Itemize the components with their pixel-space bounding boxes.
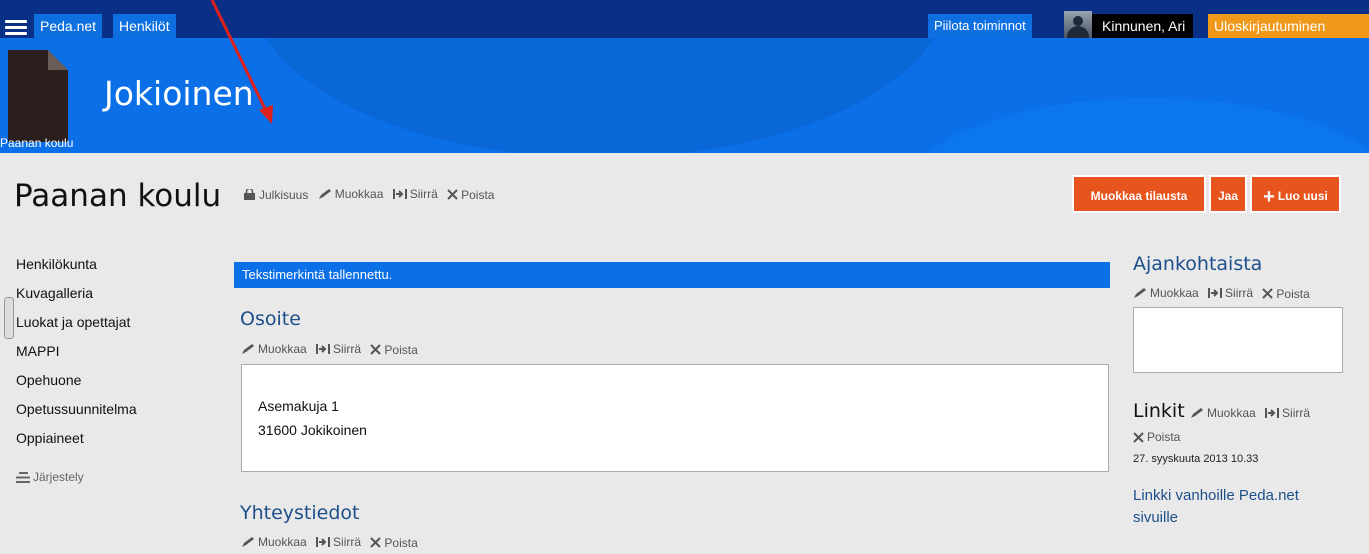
links-actions-row1: Muokkaa Siirrä — [1190, 406, 1316, 422]
contacts-actions: Muokkaa Siirrä Poista — [241, 535, 424, 551]
move-icon — [316, 344, 331, 354]
sidebar-item-henkilokunta[interactable]: Henkilökunta — [16, 256, 137, 285]
pencil-icon — [242, 537, 254, 547]
links-title[interactable]: Linkit — [1133, 400, 1185, 422]
address-box — [241, 364, 1109, 472]
delete-action[interactable]: Poista — [1133, 430, 1180, 444]
logout-button[interactable]: Uloskirjautuminen — [1208, 14, 1369, 38]
sidebar-nav: Henkilökunta Kuvagalleria Luokat ja opet… — [16, 256, 137, 459]
links-date: 27. syyskuuta 2013 10.33 — [1133, 453, 1259, 465]
pencil-icon — [1191, 408, 1203, 418]
move-action[interactable]: Siirrä — [1208, 286, 1253, 300]
delete-action[interactable]: Poista — [370, 536, 418, 550]
edit-action[interactable]: Muokkaa — [241, 535, 307, 549]
document-icon — [8, 50, 68, 142]
edit-action[interactable]: Muokkaa — [318, 187, 383, 201]
hamburger-menu-icon[interactable] — [5, 20, 31, 36]
sidebar-toggle-handle[interactable] — [4, 297, 14, 339]
save-notice: Tekstimerkintä tallennettu. — [234, 262, 1110, 288]
site-title[interactable]: Jokioinen — [104, 74, 254, 113]
close-icon — [447, 189, 458, 200]
links-actions-row2: Poista — [1133, 430, 1186, 446]
move-icon — [1265, 408, 1280, 418]
user-avatar[interactable] — [1064, 11, 1092, 38]
top-navigation-bar: Peda.net Henkilöt Piilota toiminnot Kinn… — [0, 0, 1369, 38]
people-link[interactable]: Henkilöt — [113, 14, 176, 38]
user-name-link[interactable]: Kinnunen, Ari — [1092, 14, 1194, 38]
sidebar-item-oppiaineet[interactable]: Oppiaineet — [16, 430, 137, 459]
site-banner: Jokioinen Paanan koulu — [0, 38, 1369, 153]
arrange-icon — [16, 471, 30, 483]
pencil-icon — [318, 189, 331, 199]
hide-tools-button[interactable]: Piilota toiminnot — [928, 14, 1032, 38]
arrange-link[interactable]: Järjestely — [16, 470, 84, 484]
news-actions: Muokkaa Siirrä Poista — [1133, 286, 1316, 302]
move-icon — [316, 537, 331, 547]
delete-action[interactable]: Poista — [447, 188, 494, 202]
page-actions: Julkisuus Muokkaa Siirrä Poista — [243, 187, 500, 203]
move-icon — [392, 189, 407, 199]
sidebar-item-opetussuunnitelma[interactable]: Opetussuunnitelma — [16, 401, 137, 430]
create-new-button[interactable]: + Luo uusi — [1250, 175, 1341, 213]
pencil-icon — [1134, 288, 1146, 298]
contacts-title[interactable]: Yhteystiedot — [240, 502, 359, 524]
address-actions: Muokkaa Siirrä Poista — [241, 342, 424, 358]
pencil-icon — [242, 344, 254, 354]
lock-icon — [244, 189, 255, 200]
move-action[interactable]: Siirrä — [316, 342, 361, 356]
privacy-action[interactable]: Julkisuus — [243, 188, 308, 202]
close-icon — [1262, 288, 1274, 299]
share-button[interactable]: Jaa — [1209, 175, 1247, 213]
move-action[interactable]: Siirrä — [392, 187, 438, 201]
edit-action[interactable]: Muokkaa — [1190, 406, 1256, 420]
move-action[interactable]: Siirrä — [1265, 406, 1310, 420]
edit-order-button[interactable]: Muokkaa tilausta — [1072, 175, 1206, 213]
close-icon — [370, 344, 382, 355]
news-title[interactable]: Ajankohtaista — [1133, 253, 1262, 275]
delete-action[interactable]: Poista — [1262, 287, 1310, 301]
sidebar-item-luokat[interactable]: Luokat ja opettajat — [16, 314, 137, 343]
address-line-1: Asemakuja 1 — [258, 398, 339, 414]
sidebar-item-opehuone[interactable]: Opehuone — [16, 372, 137, 401]
edit-action[interactable]: Muokkaa — [1133, 286, 1199, 300]
address-line-2: 31600 Jokikoinen — [258, 422, 367, 438]
news-box — [1133, 307, 1343, 373]
close-icon — [370, 537, 382, 548]
edit-action[interactable]: Muokkaa — [241, 342, 307, 356]
move-icon — [1208, 288, 1223, 298]
sidebar-item-mappi[interactable]: MAPPI — [16, 343, 137, 372]
page-title: Paanan koulu — [14, 178, 222, 214]
old-pedanet-link[interactable]: Linkki vanhoille Peda.net sivuille — [1133, 485, 1343, 529]
close-icon — [1133, 431, 1144, 443]
site-subtitle[interactable]: Paanan koulu — [0, 136, 73, 150]
move-action[interactable]: Siirrä — [316, 535, 361, 549]
address-title[interactable]: Osoite — [240, 308, 301, 330]
sidebar-item-kuvagalleria[interactable]: Kuvagalleria — [16, 285, 137, 314]
delete-action[interactable]: Poista — [370, 343, 418, 357]
pedanet-link[interactable]: Peda.net — [34, 14, 103, 38]
plus-icon: + — [1263, 185, 1275, 208]
